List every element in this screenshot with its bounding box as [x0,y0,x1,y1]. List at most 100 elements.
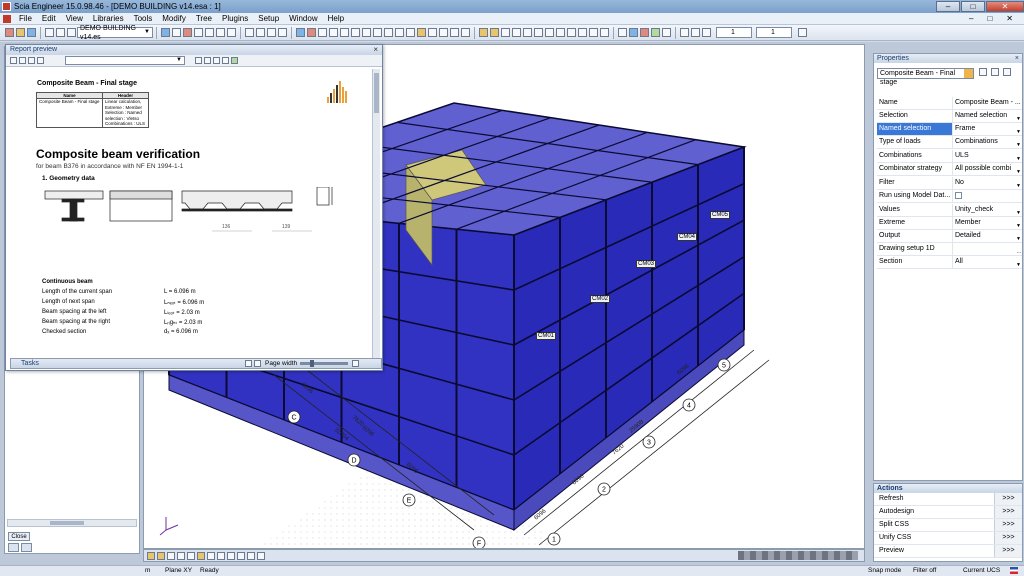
members-view-icon[interactable] [227,551,235,560]
property-row[interactable]: Name Composite Beam - ... [877,97,1022,110]
status-filter[interactable]: Filter off [913,567,936,574]
spin-field-1[interactable]: 1 [716,27,752,38]
project-combo[interactable]: DEMO BUILDING v14.es ▼ [77,25,153,41]
property-value[interactable]: Composite Beam - ... [953,97,1022,109]
property-value[interactable]: Named selection ▼ [953,110,1022,122]
gallery-icon[interactable] [278,28,287,37]
status-units[interactable]: m [145,567,150,574]
close-icon[interactable]: × [373,45,378,55]
print-icon[interactable] [222,57,229,64]
property-row[interactable]: Selection Named selection ▼ [877,110,1022,123]
render-icon[interactable] [147,551,155,560]
property-value[interactable]: Frame ▼ [953,123,1022,135]
properties-icon[interactable] [172,28,181,37]
dropdown-icon[interactable]: ▼ [1016,180,1021,189]
move-icon[interactable] [205,28,214,37]
property-value[interactable]: Detailed ▼ [953,230,1022,242]
page-icon[interactable] [204,57,211,64]
edit-icon[interactable] [1003,68,1011,76]
menu-window[interactable]: Window [284,14,322,23]
cursor-icon[interactable] [161,28,170,37]
property-row[interactable]: Combinator strategy All possible combi ▼ [877,163,1022,176]
status-plane[interactable]: Plane XY [165,567,192,574]
dropdown-icon[interactable]: ▼ [1016,126,1021,135]
property-row[interactable]: Drawing setup 1D... [877,243,1022,256]
copy-icon[interactable] [194,28,203,37]
properties-selector[interactable]: Composite Beam - Final stage [877,68,974,86]
open-folder-icon[interactable] [16,28,25,37]
calc-icon[interactable] [618,28,627,37]
nodes-view-icon[interactable] [217,551,225,560]
menu-tools[interactable]: Tools [129,14,158,23]
spin-field-2[interactable]: 1 [756,27,792,38]
property-value[interactable]: ULS ▼ [953,150,1022,162]
selection-remove-icon[interactable] [340,28,349,37]
status-ucs[interactable]: Current UCS [963,567,1000,574]
select-icon[interactable] [296,28,305,37]
view-y-icon[interactable] [439,28,448,37]
panel-tab-1[interactable] [8,543,19,552]
property-value[interactable]: ... [953,243,1022,255]
save-view-icon[interactable] [680,28,689,37]
checkbox[interactable] [955,192,962,199]
dropdown-icon[interactable]: ▼ [1016,113,1021,122]
property-value[interactable] [953,190,1022,202]
menu-help[interactable]: Help [323,14,349,23]
zoom-in-icon[interactable] [351,28,360,37]
supports-view-icon[interactable] [177,551,185,560]
property-value[interactable]: All possible combi ▼ [953,163,1022,175]
status-snap[interactable]: Snap mode [868,567,901,574]
close-button[interactable]: Close [8,532,30,541]
dropdown-icon[interactable]: ▼ [1016,220,1021,229]
labels-view-icon[interactable] [197,551,205,560]
settings-icon[interactable] [10,57,17,64]
rotate-view-icon[interactable] [406,28,415,37]
render-solid-icon[interactable] [490,28,499,37]
property-value[interactable]: Unity_check ▼ [953,204,1022,216]
fit-page-icon[interactable] [245,360,252,367]
zoom-all-icon[interactable] [373,28,382,37]
print-icon[interactable] [245,28,254,37]
fit-width-icon[interactable] [254,360,261,367]
menu-modify[interactable]: Modify [157,14,191,23]
render-wire-icon[interactable] [479,28,488,37]
menu-file[interactable]: File [14,14,37,23]
supports-icon[interactable] [556,28,565,37]
pan-icon[interactable] [395,28,404,37]
dropdown-icon[interactable]: ... [1017,246,1021,255]
labels-icon[interactable] [523,28,532,37]
filter-icon[interactable] [318,28,327,37]
dropdown-icon[interactable]: ▼ [1016,139,1021,148]
layers-icon[interactable] [589,28,598,37]
minimize-button[interactable]: – [936,0,960,12]
dropdown-icon[interactable]: ▼ [1016,207,1021,216]
menu-tree[interactable]: Tree [191,14,217,23]
zoom-out-icon[interactable] [362,28,371,37]
maximize-button[interactable]: □ [961,0,985,12]
property-row[interactable]: Values Unity_check ▼ [877,204,1022,217]
axis-icon[interactable] [167,551,175,560]
zoom-slider[interactable] [300,360,349,367]
panel-tab-2[interactable] [21,543,32,552]
property-value[interactable]: Member ▼ [953,217,1022,229]
lock-view-icon[interactable] [257,551,265,560]
close-icon[interactable]: × [1015,54,1019,63]
property-row[interactable]: Section All ▼ [877,256,1022,269]
delete-icon[interactable] [183,28,192,37]
property-row[interactable]: Filter No ▼ [877,177,1022,190]
property-value[interactable]: Combinations ▼ [953,136,1022,148]
design-icon[interactable] [651,28,660,37]
dropdown-icon[interactable]: ▼ [1016,259,1021,268]
property-row[interactable]: Type of loads Combinations ▼ [877,136,1022,149]
new-file-icon[interactable] [5,28,14,37]
property-value[interactable]: All ▼ [953,256,1022,268]
close-window-button[interactable]: ✕ [986,0,1024,12]
cube-icon[interactable] [702,28,711,37]
view-x-icon[interactable] [428,28,437,37]
property-row[interactable]: Extreme Member ▼ [877,217,1022,230]
mirror-icon[interactable] [227,28,236,37]
dropdown-icon[interactable]: ▼ [1016,166,1021,175]
select-member-icon[interactable] [979,68,987,76]
options-icon[interactable] [798,28,807,37]
render-transparent-icon[interactable] [512,28,521,37]
